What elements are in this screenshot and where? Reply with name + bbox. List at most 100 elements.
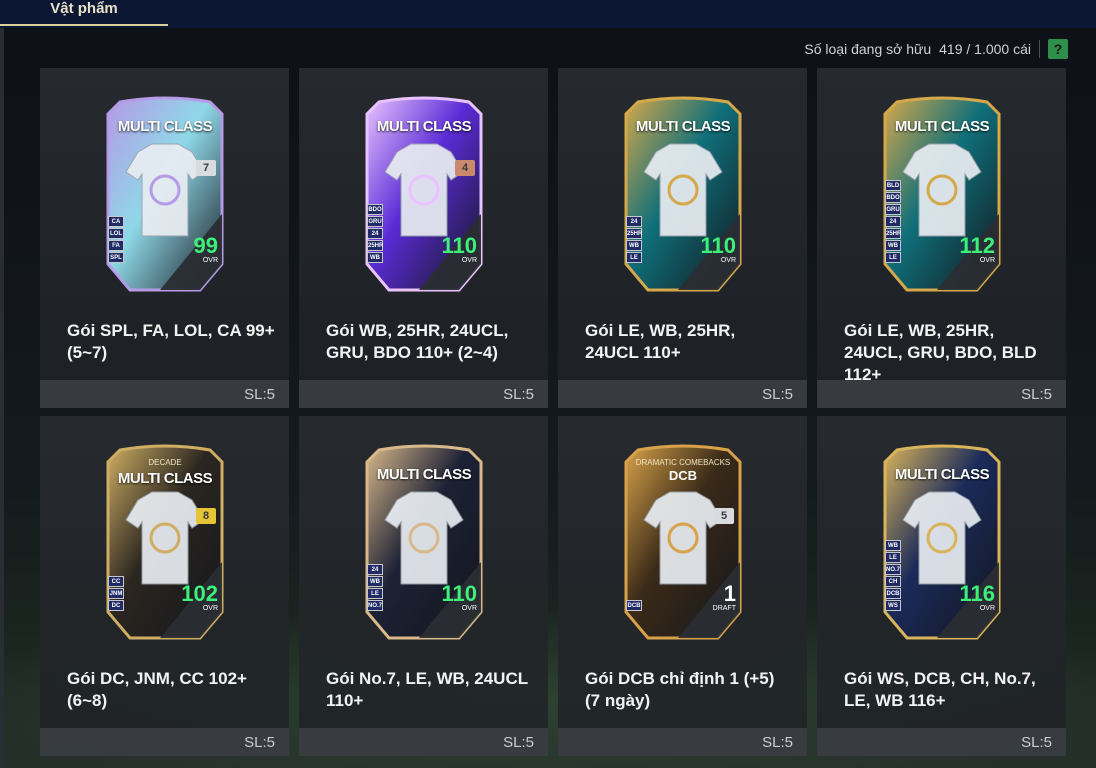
item-quantity-bar: SL:5 bbox=[299, 380, 548, 408]
card-title: MULTI CLASS bbox=[894, 118, 990, 135]
item-quantity: SL:5 bbox=[1021, 385, 1052, 403]
item-tile[interactable]: DECADE MULTI CLASS CC JNM DC 8 102 OVR Gói DC, J… bbox=[40, 416, 289, 756]
season-badges: BDO GRU 24 25HR WB bbox=[367, 204, 383, 263]
pack-card: MULTI CLASS BDO GRU 24 25HR WB 4 110 OVR bbox=[359, 94, 489, 294]
ovr-rating: 110 OVR bbox=[441, 581, 478, 613]
item-tile[interactable]: MULTI CLASS BLD BDO GRU 24 25HR WB LE 112 OVR Gói … bbox=[817, 68, 1066, 408]
pack-card-art: MULTI CLASS BLD BDO GRU 24 25HR WB LE 112 OVR bbox=[817, 68, 1066, 310]
season-badge: CH bbox=[885, 576, 901, 587]
season-badges: 24 WB LE NO.7 bbox=[367, 564, 383, 611]
season-badge: CA bbox=[108, 216, 124, 227]
pack-card: MULTI CLASS BLD BDO GRU 24 25HR WB LE 112 OVR bbox=[877, 94, 1007, 294]
card-title: MULTI CLASS bbox=[894, 466, 990, 483]
ovr-label: OVR bbox=[202, 605, 218, 612]
season-badges: CC JNM DC bbox=[108, 576, 124, 611]
item-tile[interactable]: MULTI CLASS CA LOL FA SPL 7 99 OVR Gói SPL, FA, … bbox=[40, 68, 289, 408]
ovr-label: OVR bbox=[720, 257, 736, 264]
season-badge: GRU bbox=[367, 216, 383, 227]
card-subtitle: DRAMATIC COMEBACKS bbox=[635, 458, 731, 467]
season-badge: GRU bbox=[885, 204, 901, 215]
season-badge: WB bbox=[626, 240, 642, 251]
season-badge: DCB bbox=[885, 588, 901, 599]
item-grid: MULTI CLASS CA LOL FA SPL 7 99 OVR Gói SPL, FA, … bbox=[40, 68, 1066, 756]
pack-card-art: MULTI CLASS 24 25HR WB LE 110 OVR bbox=[558, 68, 807, 310]
ownership-summary: Số loại đang sở hữu 419 / 1.000 cái ? bbox=[804, 38, 1068, 60]
season-badge: 25HR bbox=[885, 228, 901, 239]
ovr-rating: 102 OVR bbox=[181, 581, 218, 613]
season-badges: CA LOL FA SPL bbox=[108, 216, 124, 263]
season-badge: WB bbox=[367, 252, 383, 263]
item-quantity-bar: SL:5 bbox=[817, 728, 1066, 756]
season-badge: 24 bbox=[885, 216, 901, 227]
ovr-rating: 99 OVR bbox=[193, 233, 218, 265]
item-name: Gói WS, DCB, CH, No.7, LE, WB 116+ bbox=[844, 669, 1036, 710]
ovr-value: 1 bbox=[723, 581, 736, 606]
season-badge: LOL bbox=[108, 228, 124, 239]
ovr-rating: 112 OVR bbox=[959, 233, 996, 265]
season-badge: LE bbox=[367, 588, 383, 599]
card-title: MULTI CLASS bbox=[376, 118, 472, 135]
card-title: MULTI CLASS bbox=[635, 118, 731, 135]
item-name: Gói No.7, LE, WB, 24UCL 110+ bbox=[326, 669, 528, 710]
ovr-rating: 116 OVR bbox=[959, 581, 996, 613]
ovr-value: 99 bbox=[193, 233, 218, 258]
season-badge: CC bbox=[108, 576, 124, 587]
season-badge: WS bbox=[885, 600, 901, 611]
left-edge-strip bbox=[0, 28, 4, 768]
season-badge: 25HR bbox=[367, 240, 383, 251]
item-name: Gói DC, JNM, CC 102+ (6~8) bbox=[67, 669, 247, 710]
ovr-value: 112 bbox=[959, 233, 996, 258]
top-nav-bar: Vật phẩm bbox=[0, 0, 1096, 28]
ovr-label: OVR bbox=[979, 257, 995, 264]
ownership-label: Số loại đang sở hữu bbox=[804, 41, 932, 57]
card-title: MULTI CLASS bbox=[117, 470, 213, 487]
ovr-value: 110 bbox=[441, 233, 478, 258]
pack-card: DECADE MULTI CLASS CC JNM DC 8 102 OVR bbox=[100, 442, 230, 642]
season-badge: 25HR bbox=[626, 228, 642, 239]
item-quantity-bar: SL:5 bbox=[40, 380, 289, 408]
ovr-label: OVR bbox=[461, 257, 477, 264]
divider bbox=[1039, 40, 1040, 58]
season-badge: WB bbox=[885, 240, 901, 251]
item-quantity: SL:5 bbox=[1021, 733, 1052, 751]
help-button[interactable]: ? bbox=[1048, 39, 1068, 59]
season-badge: 24 bbox=[367, 564, 383, 575]
pack-card: MULTI CLASS 24 WB LE NO.7 110 OVR bbox=[359, 442, 489, 642]
active-tab-indicator bbox=[0, 24, 168, 26]
tab-items-label: Vật phẩm bbox=[50, 0, 118, 17]
season-badges: 24 25HR WB LE bbox=[626, 216, 642, 263]
item-quantity-bar: SL:5 bbox=[558, 380, 807, 408]
ovr-rating: 1 DRAFT bbox=[712, 581, 736, 613]
pack-card-art: MULTI CLASS 24 WB LE NO.7 110 OVR bbox=[299, 416, 548, 658]
item-tile[interactable]: MULTI CLASS 24 WB LE NO.7 110 OVR Gói No.7, LE,… bbox=[299, 416, 548, 756]
card-title: MULTI CLASS bbox=[117, 118, 213, 135]
ovr-value: 110 bbox=[700, 233, 737, 258]
item-quantity-bar: SL:5 bbox=[299, 728, 548, 756]
ovr-label: DRAFT bbox=[712, 605, 736, 612]
ovr-value: 116 bbox=[959, 581, 996, 606]
pack-count-badge: 8 bbox=[196, 508, 216, 524]
season-badge: BDO bbox=[885, 192, 901, 203]
season-badge: 24 bbox=[626, 216, 642, 227]
item-tile[interactable]: MULTI CLASS BDO GRU 24 25HR WB 4 110 OVR Gói WB, … bbox=[299, 68, 548, 408]
season-badge: LE bbox=[885, 552, 901, 563]
season-badge: WB bbox=[367, 576, 383, 587]
tab-items[interactable]: Vật phẩm bbox=[0, 0, 168, 26]
item-quantity: SL:5 bbox=[762, 733, 793, 751]
season-badge: SPL bbox=[108, 252, 124, 263]
season-badge: DCB bbox=[626, 600, 642, 611]
item-tile[interactable]: DRAMATIC COMEBACKS DCB DCB 5 1 DRAFT Gói DCB c… bbox=[558, 416, 807, 756]
card-subtitle: DECADE bbox=[148, 458, 182, 467]
item-tile[interactable]: MULTI CLASS 24 25HR WB LE 110 OVR Gói LE, WB, 2… bbox=[558, 68, 807, 408]
ovr-value: 102 bbox=[181, 581, 218, 606]
item-quantity: SL:5 bbox=[503, 733, 534, 751]
item-tile[interactable]: MULTI CLASS WB LE NO.7 CH DCB WS 116 OVR Gói WS, … bbox=[817, 416, 1066, 756]
season-badges: BLD BDO GRU 24 25HR WB LE bbox=[885, 180, 901, 263]
season-badge: BDO bbox=[367, 204, 383, 215]
pack-card-art: MULTI CLASS BDO GRU 24 25HR WB 4 110 OVR bbox=[299, 68, 548, 310]
pack-card: MULTI CLASS 24 25HR WB LE 110 OVR bbox=[618, 94, 748, 294]
item-name: Gói SPL, FA, LOL, CA 99+ (5~7) bbox=[67, 321, 275, 362]
ovr-label: OVR bbox=[979, 605, 995, 612]
card-title: MULTI CLASS bbox=[376, 466, 472, 483]
ovr-value: 110 bbox=[441, 581, 478, 606]
